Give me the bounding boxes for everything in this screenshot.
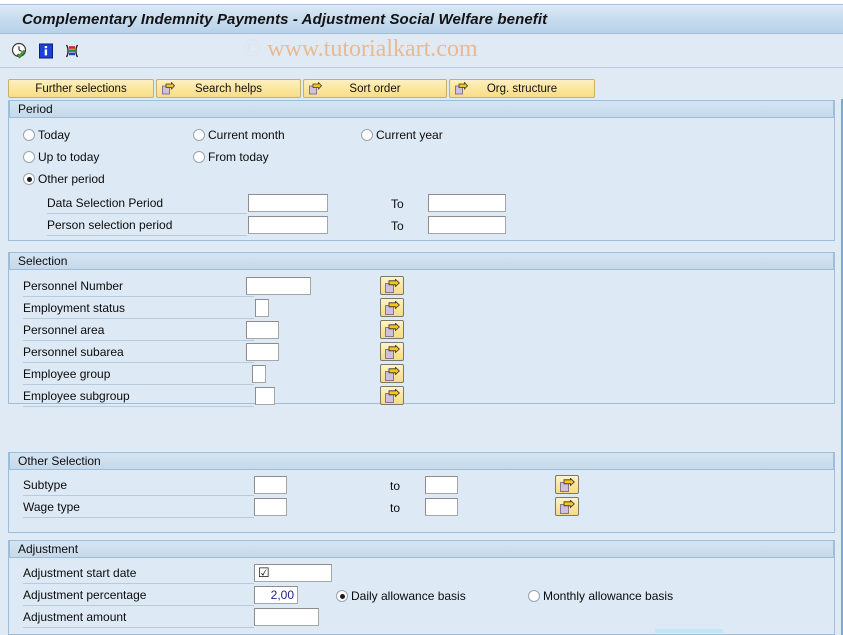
adjustment-start-date-label: Adjustment start date <box>23 564 254 584</box>
adjustment-group-title: Adjustment <box>9 540 834 558</box>
personnel-area-multiselect-button[interactable] <box>380 320 404 339</box>
radio-today-control[interactable] <box>23 129 35 141</box>
personnel-area-label: Personnel area <box>23 321 254 341</box>
period-group-body: Today Current month Current year Up to t… <box>9 118 834 240</box>
sap-selection-screen: Complementary Indemnity Payments - Adjus… <box>0 0 843 635</box>
radio-other-period[interactable]: Other period <box>23 172 105 186</box>
other-selection-group-body: Subtype to Wage type to <box>9 470 834 532</box>
person-selection-period-label: Person selection period <box>47 216 247 236</box>
radio-up-to-today-control[interactable] <box>23 151 35 163</box>
adjustment-amount-label: Adjustment amount <box>23 608 254 628</box>
adjustment-percentage-label: Adjustment percentage <box>23 586 254 606</box>
radio-daily-allowance-basis[interactable]: Daily allowance basis <box>336 589 466 603</box>
wage-type-multiselect-button[interactable] <box>555 497 579 516</box>
radio-from-today-label: From today <box>208 150 269 164</box>
arrow-right-icon <box>309 81 323 95</box>
selection-group: Selection Personnel Number Employment st… <box>8 252 835 407</box>
employee-group-multiselect-button[interactable] <box>380 364 404 383</box>
employee-group-input[interactable] <box>252 365 266 383</box>
person-selection-period-input[interactable] <box>248 216 328 234</box>
radio-up-to-today-label: Up to today <box>38 150 100 164</box>
other-selection-group: Other Selection Subtype to Wage type to <box>8 452 835 533</box>
execute-clock-icon[interactable] <box>11 42 29 60</box>
radio-daily-allowance-basis-label: Daily allowance basis <box>351 589 466 603</box>
subtype-from-input[interactable] <box>254 476 287 494</box>
employee-subgroup-label: Employee subgroup <box>23 387 254 407</box>
adjustment-amount-input[interactable] <box>254 608 319 626</box>
employment-status-input[interactable] <box>255 299 269 317</box>
page-title: Complementary Indemnity Payments - Adjus… <box>22 11 548 28</box>
personnel-number-input[interactable] <box>246 277 311 295</box>
employment-status-multiselect-button[interactable] <box>380 298 404 317</box>
radio-current-month[interactable]: Current month <box>193 128 285 142</box>
horizontal-scrollbar-thumb[interactable] <box>655 629 723 633</box>
search-helps-label: Search helps <box>194 82 263 95</box>
period-group-title: Period <box>9 100 834 118</box>
application-toolbar <box>0 34 843 68</box>
radio-current-year[interactable]: Current year <box>361 128 443 142</box>
adjustment-group-body: Adjustment start date ☑ Adjustment perce… <box>9 558 834 634</box>
wage-type-label: Wage type <box>23 498 254 518</box>
wage-type-to-input[interactable] <box>425 498 458 516</box>
selection-group-title: Selection <box>9 252 834 270</box>
subtype-to-label: to <box>390 479 401 493</box>
subtype-multiselect-button[interactable] <box>555 475 579 494</box>
further-selections-button[interactable]: Further selections <box>8 79 154 98</box>
data-selection-period-to-label: To <box>391 197 404 211</box>
radio-today-label: Today <box>38 128 71 142</box>
employment-status-label: Employment status <box>23 299 254 319</box>
radio-up-to-today[interactable]: Up to today <box>23 150 99 164</box>
arrow-right-icon <box>162 81 176 95</box>
sort-order-label: Sort order <box>349 82 401 95</box>
information-icon[interactable] <box>37 42 55 60</box>
radio-daily-allowance-basis-control[interactable] <box>336 590 348 602</box>
arrow-right-icon <box>455 81 469 95</box>
radio-monthly-allowance-basis-control[interactable] <box>528 590 540 602</box>
variant-icon[interactable] <box>63 42 81 60</box>
data-selection-period-label: Data Selection Period <box>47 194 247 214</box>
radio-from-today-control[interactable] <box>193 151 205 163</box>
sort-order-button[interactable]: Sort order <box>303 79 447 98</box>
radio-current-year-label: Current year <box>376 128 443 142</box>
personnel-number-label: Personnel Number <box>23 277 254 297</box>
radio-today[interactable]: Today <box>23 128 70 142</box>
personnel-subarea-label: Personnel subarea <box>23 343 254 363</box>
radio-current-month-label: Current month <box>208 128 285 142</box>
personnel-number-multiselect-button[interactable] <box>380 276 404 295</box>
wage-type-to-label: to <box>390 501 401 515</box>
radio-current-year-control[interactable] <box>361 129 373 141</box>
employee-subgroup-multiselect-button[interactable] <box>380 386 404 405</box>
selection-screen-body: Period Today Current month Current year … <box>0 99 843 635</box>
radio-other-period-label: Other period <box>38 172 105 186</box>
further-selections-label: Further selections <box>35 82 127 95</box>
adjustment-group: Adjustment Adjustment start date ☑ Adjus… <box>8 540 835 635</box>
org-structure-label: Org. structure <box>486 82 558 95</box>
selection-button-bar: Further selections Search helps Sort ord… <box>0 68 843 99</box>
radio-from-today[interactable]: From today <box>193 150 269 164</box>
search-helps-button[interactable]: Search helps <box>156 79 301 98</box>
radio-current-month-control[interactable] <box>193 129 205 141</box>
selection-group-body: Personnel Number Employment status Perso… <box>9 270 834 407</box>
radio-monthly-allowance-basis-label: Monthly allowance basis <box>543 589 674 603</box>
data-selection-period-to-input[interactable] <box>428 194 506 212</box>
person-selection-period-to-input[interactable] <box>428 216 506 234</box>
employee-group-label: Employee group <box>23 365 254 385</box>
data-selection-period-input[interactable] <box>248 194 328 212</box>
adjustment-percentage-input[interactable]: 2,00 <box>254 586 298 604</box>
window-title-bar: Complementary Indemnity Payments - Adjus… <box>0 4 843 34</box>
subtype-label: Subtype <box>23 476 254 496</box>
period-group: Period Today Current month Current year … <box>8 100 835 241</box>
adjustment-start-date-input[interactable] <box>254 564 332 582</box>
radio-other-period-control[interactable] <box>23 173 35 185</box>
employee-subgroup-input[interactable] <box>255 387 275 405</box>
personnel-subarea-input[interactable] <box>246 343 279 361</box>
personnel-area-input[interactable] <box>246 321 279 339</box>
wage-type-from-input[interactable] <box>254 498 287 516</box>
org-structure-button[interactable]: Org. structure <box>449 79 595 98</box>
radio-monthly-allowance-basis[interactable]: Monthly allowance basis <box>528 589 673 603</box>
person-selection-period-to-label: To <box>391 219 404 233</box>
other-selection-group-title: Other Selection <box>9 452 834 470</box>
subtype-to-input[interactable] <box>425 476 458 494</box>
personnel-subarea-multiselect-button[interactable] <box>380 342 404 361</box>
